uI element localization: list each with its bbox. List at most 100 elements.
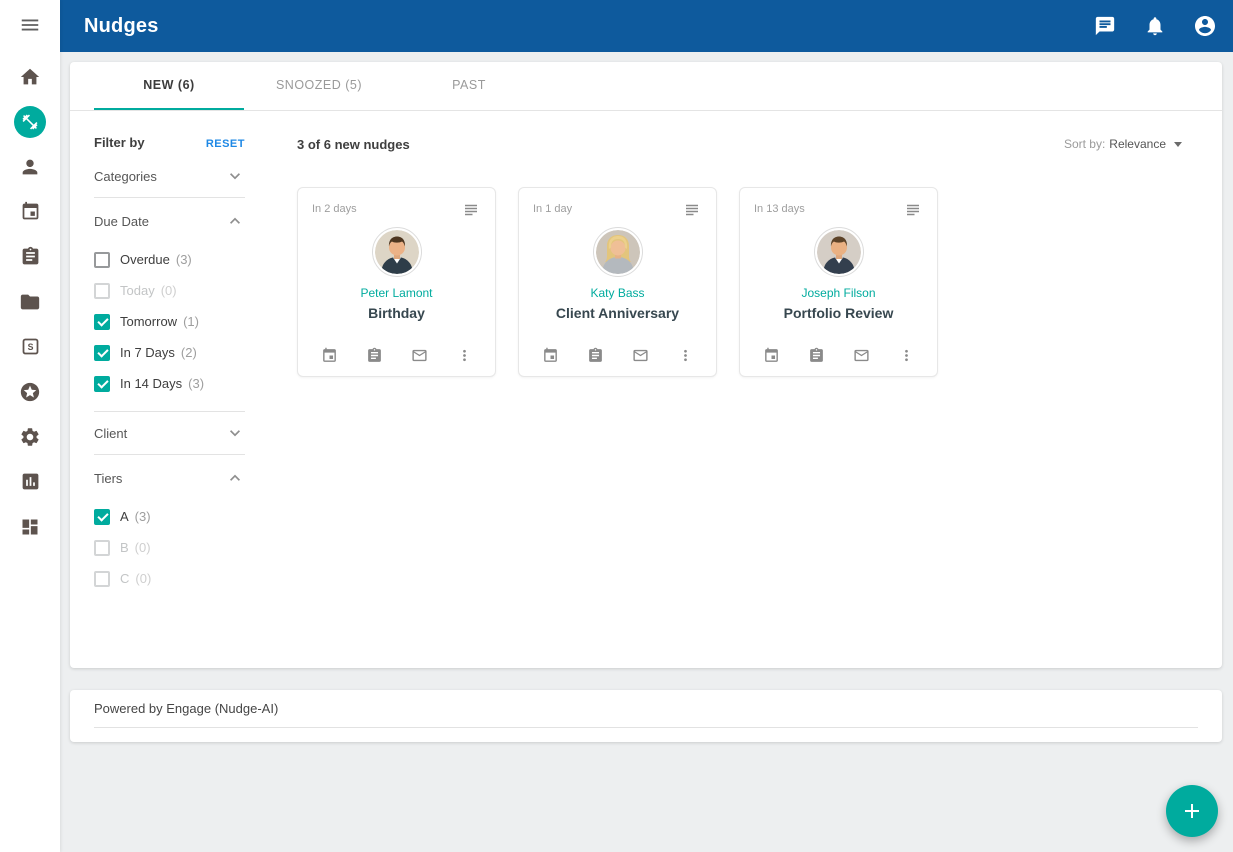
sidebar-item-calendar[interactable]: [8, 189, 52, 234]
due-label: In 1 day: [533, 200, 572, 215]
sidebar-item-favorites[interactable]: [8, 369, 52, 414]
kebab-icon: [677, 347, 694, 364]
calendar-action-button[interactable]: [760, 344, 782, 366]
bell-icon: [1144, 15, 1166, 37]
results-header: 3 of 6 new nudges Sort by: Relevance: [297, 135, 1198, 153]
tab-past[interactable]: PAST: [394, 62, 544, 110]
client-link[interactable]: Joseph Filson: [801, 286, 875, 300]
page-title: Nudges: [84, 15, 159, 38]
sidebar-nav: S: [8, 54, 52, 549]
filter-option-tomorrow[interactable]: Tomorrow (1): [94, 306, 245, 337]
categories-section-toggle[interactable]: Categories: [94, 155, 245, 197]
add-nudge-fab[interactable]: [1166, 785, 1218, 837]
filter-option-tier-c[interactable]: C (0): [94, 563, 245, 594]
client-link[interactable]: Katy Bass: [590, 286, 644, 300]
clipboard-icon: [20, 246, 41, 267]
calendar-icon: [763, 347, 780, 364]
app-header: Nudges: [60, 0, 1233, 52]
tab-bar: NEW (6) SNOOZED (5) PAST: [70, 62, 1222, 111]
notes-icon: [462, 201, 480, 219]
filter-option-tier-b[interactable]: B (0): [94, 532, 245, 563]
sidebar-item-documents[interactable]: [8, 279, 52, 324]
nudge-title: Client Anniversary: [556, 305, 679, 321]
bar-chart-icon: [20, 471, 41, 492]
mail-icon: [853, 347, 870, 364]
filter-option-tier-a[interactable]: A (3): [94, 501, 245, 532]
email-action-button[interactable]: [408, 344, 430, 366]
nudge-card-birthday: In 2 days: [297, 187, 496, 377]
content-area: NEW (6) SNOOZED (5) PAST Filter by RESET…: [60, 52, 1233, 852]
email-action-button[interactable]: [850, 344, 872, 366]
due-date-section-toggle[interactable]: Due Date: [94, 198, 245, 244]
filter-section-tiers: Tiers A (3) B (0: [94, 455, 245, 606]
notifications-button[interactable]: [1143, 14, 1167, 38]
tiers-section-label: Tiers: [94, 471, 122, 486]
tab-new[interactable]: NEW (6): [94, 62, 244, 110]
sidebar-item-billing[interactable]: S: [8, 324, 52, 369]
dashboard-icon: [20, 517, 40, 537]
email-action-button[interactable]: [629, 344, 651, 366]
nudge-title: Birthday: [368, 305, 425, 321]
more-options-button[interactable]: [674, 344, 696, 366]
tab-snoozed[interactable]: SNOOZED (5): [244, 62, 394, 110]
chat-icon: [1094, 15, 1116, 37]
sidebar-item-settings[interactable]: [8, 414, 52, 459]
sidebar-item-tasks[interactable]: [8, 234, 52, 279]
notes-button[interactable]: [903, 200, 923, 220]
tiers-options: A (3) B (0) C (0): [94, 501, 245, 606]
task-action-button[interactable]: [805, 344, 827, 366]
sort-dropdown[interactable]: Sort by: Relevance: [1064, 137, 1182, 151]
filter-option-in-7-days[interactable]: In 7 Days (2): [94, 337, 245, 368]
notes-button[interactable]: [682, 200, 702, 220]
sidebar-item-nudges[interactable]: [8, 99, 52, 144]
menu-button[interactable]: [8, 6, 52, 44]
card-top: In 1 day: [533, 200, 702, 220]
client-link[interactable]: Peter Lamont: [360, 286, 432, 300]
footer-bar: Powered by Engage (Nudge-AI): [70, 690, 1222, 742]
nudge-title: Portfolio Review: [784, 305, 894, 321]
checkbox-icon: [94, 314, 110, 330]
mail-icon: [411, 347, 428, 364]
calendar-action-button[interactable]: [318, 344, 340, 366]
filter-section-categories: Categories: [94, 155, 245, 198]
results-summary: 3 of 6 new nudges: [297, 137, 410, 152]
account-button[interactable]: [1193, 14, 1217, 38]
caret-down-icon: [1174, 142, 1182, 151]
filter-option-overdue[interactable]: Overdue (3): [94, 244, 245, 275]
card-actions: [312, 344, 481, 366]
calendar-action-button[interactable]: [539, 344, 561, 366]
task-action-button[interactable]: [363, 344, 385, 366]
checkbox-icon: [94, 509, 110, 525]
reset-filters-button[interactable]: RESET: [206, 138, 245, 150]
tiers-section-toggle[interactable]: Tiers: [94, 455, 245, 501]
chat-button[interactable]: [1093, 14, 1117, 38]
client-section-toggle[interactable]: Client: [94, 412, 245, 454]
notes-button[interactable]: [461, 200, 481, 220]
filter-section-due-date: Due Date Overdue (3) Today: [94, 198, 245, 412]
hamburger-icon: [19, 14, 41, 36]
sidebar-item-clients[interactable]: [8, 144, 52, 189]
chevron-down-icon: [225, 166, 245, 186]
task-action-button[interactable]: [584, 344, 606, 366]
nudges-icon: [21, 113, 39, 131]
sidebar-item-dashboard[interactable]: [8, 504, 52, 549]
panel-body: Filter by RESET Categories Due Date: [70, 111, 1222, 668]
appbar-actions: [1093, 14, 1217, 38]
card-actions: [533, 344, 702, 366]
kebab-icon: [456, 347, 473, 364]
clipboard-icon: [587, 347, 604, 364]
categories-section-label: Categories: [94, 169, 157, 184]
checkbox-icon: [94, 345, 110, 361]
more-options-button[interactable]: [895, 344, 917, 366]
plus-icon: [1180, 799, 1204, 823]
sidebar-item-home[interactable]: [8, 54, 52, 99]
filter-option-in-14-days[interactable]: In 14 Days (3): [94, 368, 245, 399]
person-icon: [19, 156, 41, 178]
filters-header: Filter by RESET: [94, 135, 245, 151]
filter-panel: Filter by RESET Categories Due Date: [94, 135, 245, 668]
filter-option-today[interactable]: Today (0): [94, 275, 245, 306]
due-label: In 13 days: [754, 200, 805, 215]
sidebar-item-reports[interactable]: [8, 459, 52, 504]
more-options-button[interactable]: [453, 344, 475, 366]
calendar-icon: [321, 347, 338, 364]
